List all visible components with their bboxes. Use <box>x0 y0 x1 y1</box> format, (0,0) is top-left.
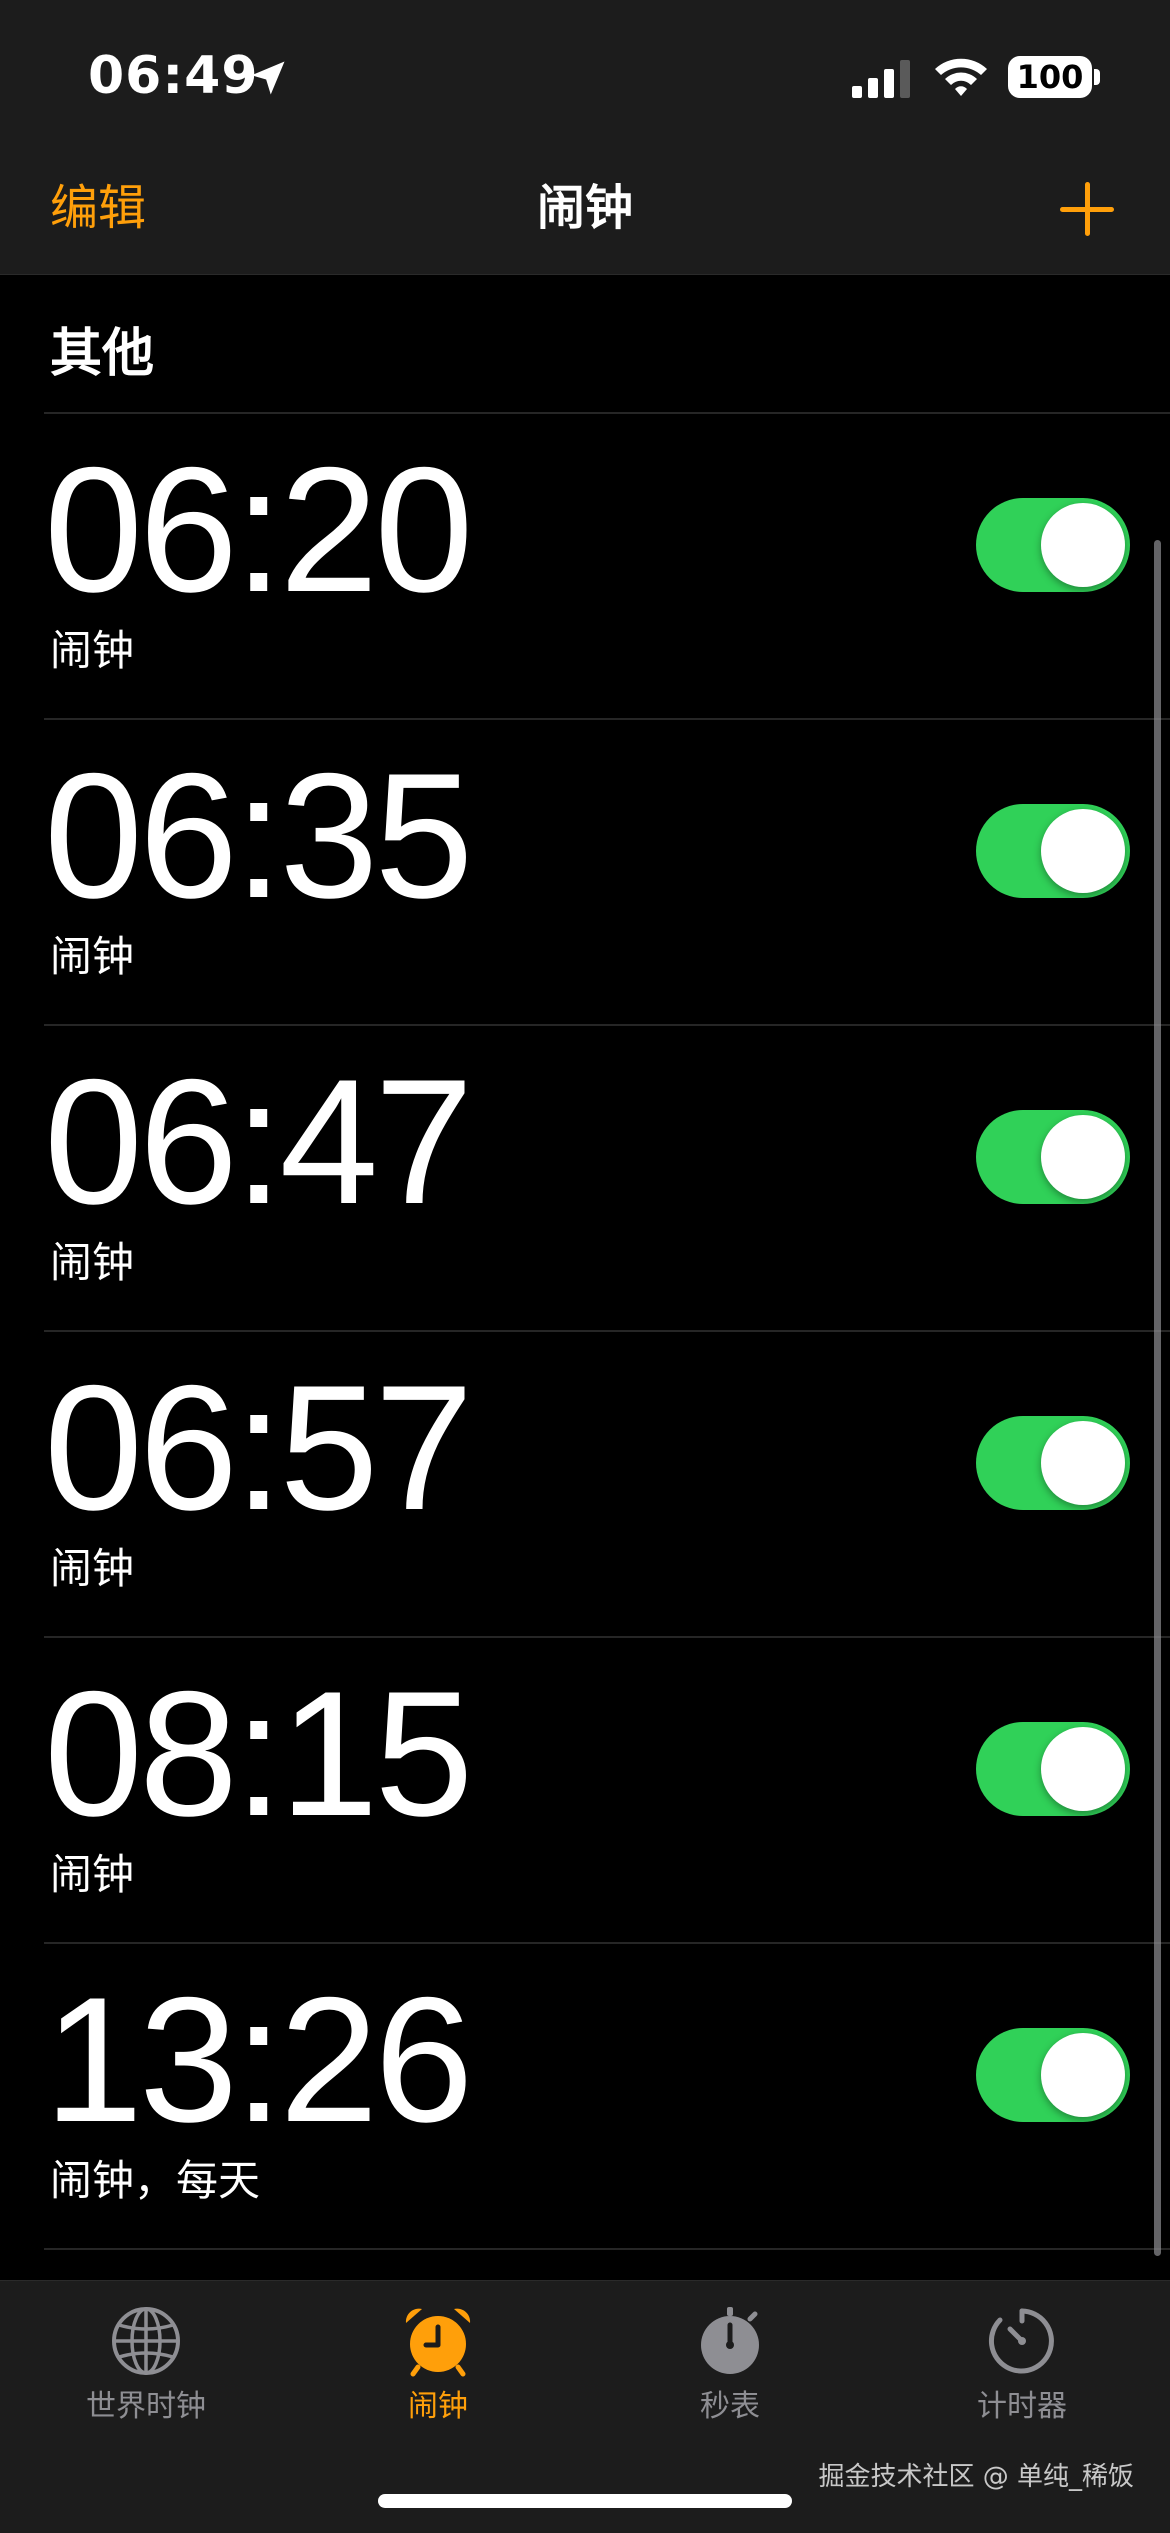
home-indicator[interactable] <box>378 2494 792 2508</box>
alarm-list: 06:20 闹钟 06:35 闹钟 06:47 闹钟 06:57 闹钟 08:1… <box>0 414 1170 2250</box>
scrollbar[interactable] <box>1154 540 1161 2256</box>
toggle-knob <box>1041 1115 1125 1199</box>
toggle-knob <box>1041 503 1125 587</box>
alarm-label: 闹钟，每天 <box>50 2156 261 2205</box>
alarm-row[interactable]: 06:47 闹钟 <box>44 1026 1170 1332</box>
alarm-time: 06:47 <box>44 1042 473 1241</box>
cellular-signal-icon <box>852 60 910 98</box>
tab-timer[interactable]: 计时器 <box>876 2301 1168 2451</box>
status-bar: 06:49 100 <box>0 0 1170 150</box>
tab-label: 计时器 <box>977 2389 1067 2424</box>
alarm-time: 06:57 <box>44 1348 473 1547</box>
alarm-toggle[interactable] <box>976 2028 1130 2122</box>
wifi-icon <box>935 58 987 96</box>
status-time: 06:49 <box>88 46 259 106</box>
add-alarm-button[interactable] <box>1058 180 1116 238</box>
alarm-time: 08:15 <box>44 1654 473 1853</box>
alarm-label: 闹钟 <box>50 626 135 675</box>
location-arrow-icon <box>251 61 285 95</box>
toggle-knob <box>1041 2033 1125 2117</box>
alarm-toggle[interactable] <box>976 1416 1130 1510</box>
timer-icon <box>988 2308 1054 2374</box>
page-title: 闹钟 <box>536 180 633 236</box>
alarm-row[interactable]: 06:57 闹钟 <box>44 1332 1170 1638</box>
toggle-knob <box>1041 1421 1125 1505</box>
toggle-knob <box>1041 809 1125 893</box>
alarm-toggle[interactable] <box>976 1110 1130 1204</box>
watermark: 掘金技术社区 @ 单纯_稀饭 <box>818 2462 1134 2492</box>
alarm-toggle[interactable] <box>976 804 1130 898</box>
alarm-time: 06:20 <box>44 430 473 629</box>
battery-level: 100 <box>1016 58 1084 96</box>
alarm-clock-icon <box>405 2308 471 2377</box>
alarm-row[interactable]: 06:35 闹钟 <box>44 720 1170 1026</box>
globe-icon <box>112 2307 180 2375</box>
tab-label: 秒表 <box>700 2389 760 2424</box>
toggle-knob <box>1041 1727 1125 1811</box>
alarm-row[interactable]: 08:15 闹钟 <box>44 1638 1170 1944</box>
edit-button[interactable]: 编辑 <box>50 178 146 238</box>
tab-alarm[interactable]: 闹钟 <box>292 2301 584 2451</box>
alarm-time: 06:35 <box>44 736 473 935</box>
battery-icon: 100 <box>1008 56 1092 98</box>
alarm-toggle[interactable] <box>976 1722 1130 1816</box>
tab-stopwatch[interactable]: 秒表 <box>584 2301 876 2451</box>
tab-world-clock[interactable]: 世界时钟 <box>0 2301 292 2451</box>
alarm-row[interactable]: 06:20 闹钟 <box>44 414 1170 720</box>
alarm-label: 闹钟 <box>50 1238 135 1287</box>
section-header-other: 其他 <box>50 324 155 384</box>
alarm-label: 闹钟 <box>50 1544 135 1593</box>
alarm-row[interactable]: 13:26 闹钟，每天 <box>44 1944 1170 2250</box>
tab-label: 闹钟 <box>408 2389 468 2424</box>
alarm-toggle[interactable] <box>976 498 1130 592</box>
stopwatch-icon <box>701 2307 759 2374</box>
tab-label: 世界时钟 <box>86 2389 206 2424</box>
alarm-label: 闹钟 <box>50 932 135 981</box>
battery-tip <box>1094 69 1100 85</box>
alarm-time: 13:26 <box>44 1960 473 2159</box>
alarm-label: 闹钟 <box>50 1850 135 1899</box>
top-bar: 06:49 100 编辑 闹钟 <box>0 0 1170 275</box>
